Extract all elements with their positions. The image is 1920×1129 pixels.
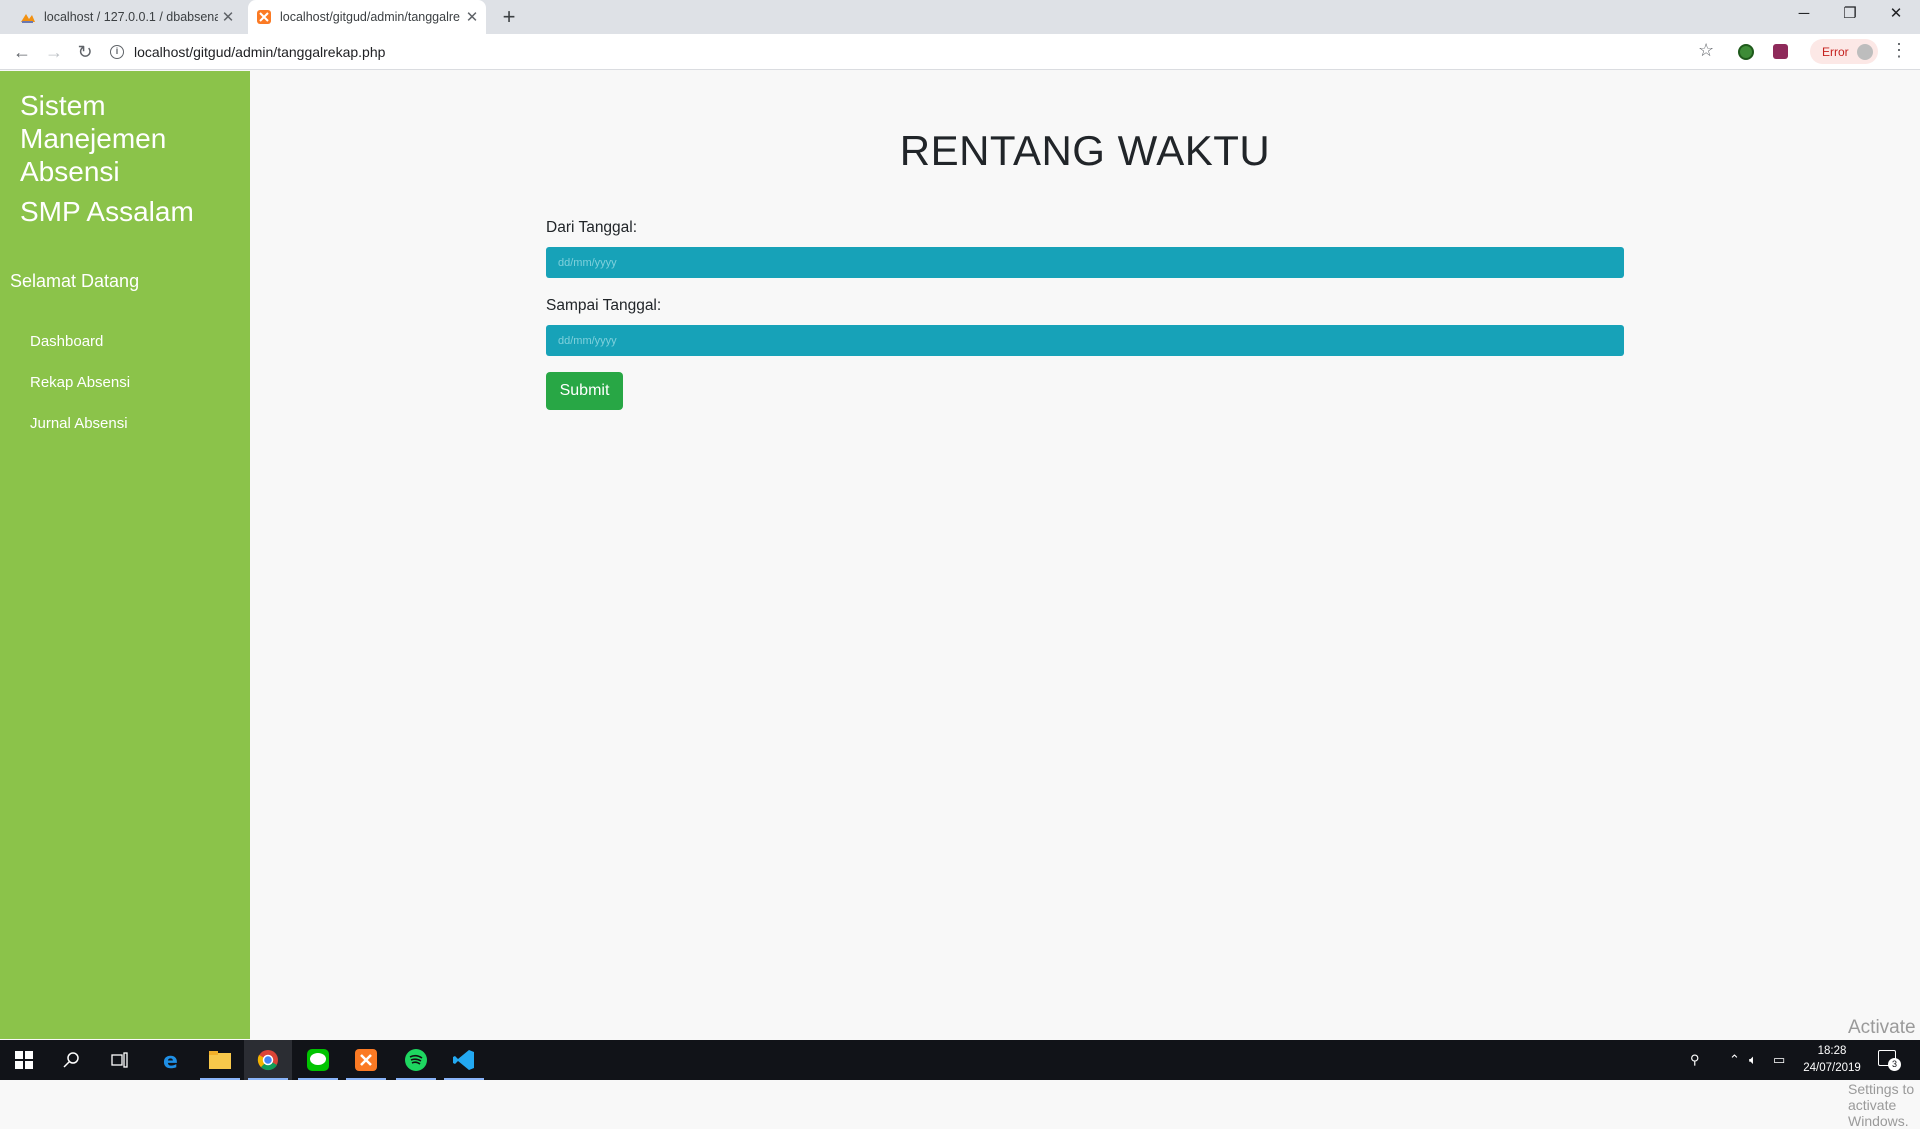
url-text: localhost/gitgud/admin/tanggalrekap.php: [134, 44, 386, 60]
sidebar-item-rekap-absensi[interactable]: Rekap Absensi: [30, 374, 130, 415]
sidebar-menu: Dashboard Rekap Absensi Jurnal Absensi: [30, 333, 130, 456]
page-title: RENTANG WAKTU: [899, 127, 1271, 174]
profile-status: Error: [1822, 44, 1849, 59]
tab-title: localhost / 127.0.0.1 / dbabsenas: [44, 10, 218, 24]
brand-school: SMP Assalam: [20, 196, 194, 227]
phpmyadmin-icon: [21, 14, 35, 23]
app-brand: Sistem Manejemen Absensi SMP Assalam: [20, 89, 240, 228]
sidebar-item-dashboard[interactable]: Dashboard: [30, 333, 130, 374]
edge-icon[interactable]: e: [148, 1040, 196, 1080]
site-info-icon[interactable]: i: [110, 45, 124, 59]
close-tab-icon[interactable]: ✕: [218, 8, 238, 26]
windows-taskbar: e ⚲ ⌃ 🔈︎ ▭ 18:28 24/07/2019 3: [0, 1040, 1920, 1080]
show-hidden-icons-chevron[interactable]: ⌃: [1729, 1040, 1740, 1080]
xampp-icon: [257, 10, 271, 24]
restore-icon[interactable]: ❐: [1827, 0, 1873, 30]
forward-icon[interactable]: →: [42, 40, 66, 64]
menu-kebab-icon[interactable]: ⋮: [1890, 40, 1908, 61]
clock-time: 18:28: [1817, 1045, 1847, 1057]
minimize-icon[interactable]: ─: [1781, 0, 1827, 30]
file-explorer-icon[interactable]: [196, 1040, 244, 1080]
sidebar: Sistem Manejemen Absensi SMP Assalam Sel…: [0, 71, 250, 1039]
chrome-icon[interactable]: [244, 1040, 292, 1080]
browser-tab-active[interactable]: localhost/gitgud/admin/tanggalre ✕: [248, 0, 486, 34]
from-date-placeholder: dd/mm/yyyy: [558, 256, 617, 269]
close-window-icon[interactable]: ✕: [1873, 0, 1919, 30]
taskbar-clock[interactable]: 18:28 24/07/2019: [1792, 1043, 1872, 1077]
profile-error-button[interactable]: Error: [1810, 39, 1878, 64]
search-icon[interactable]: [48, 1040, 96, 1080]
back-icon[interactable]: ←: [10, 40, 34, 64]
to-date-input[interactable]: dd/mm/yyyy: [546, 325, 1624, 356]
sidebar-item-jurnal-absensi[interactable]: Jurnal Absensi: [30, 415, 130, 456]
to-date-label: Sampai Tanggal:: [546, 297, 662, 314]
windows-start-icon[interactable]: [0, 1040, 48, 1080]
submit-button[interactable]: Submit: [546, 372, 623, 410]
vscode-icon[interactable]: [440, 1040, 488, 1080]
to-date-placeholder: dd/mm/yyyy: [558, 334, 617, 347]
brand-title: Sistem Manejemen Absensi: [20, 90, 167, 187]
svg-text:e: e: [163, 1049, 178, 1071]
spotify-icon[interactable]: [392, 1040, 440, 1080]
xampp-icon[interactable]: [342, 1040, 390, 1080]
extension-icon[interactable]: [1773, 44, 1788, 59]
tab-title: localhost/gitgud/admin/tanggalre: [280, 10, 460, 24]
address-bar[interactable]: i localhost/gitgud/admin/tanggalrekap.ph…: [110, 38, 1700, 66]
from-date-input[interactable]: dd/mm/yyyy: [546, 247, 1624, 278]
avatar-icon: [1856, 43, 1873, 60]
clock-date: 24/07/2019: [1803, 1062, 1861, 1074]
bookmark-star-icon[interactable]: ☆: [1698, 40, 1714, 61]
line-app-icon[interactable]: [294, 1040, 342, 1080]
welcome-text: Selamat Datang: [10, 271, 140, 291]
date-range-form: Dari Tanggal: dd/mm/yyyy Sampai Tanggal:…: [546, 219, 1624, 410]
reload-icon[interactable]: ↻: [73, 40, 97, 64]
new-tab-button[interactable]: +: [496, 4, 522, 30]
close-tab-icon[interactable]: ✕: [462, 8, 482, 26]
browser-tab-phpmyadmin[interactable]: localhost / 127.0.0.1 / dbabsenas ✕: [12, 0, 242, 34]
notification-badge: 3: [1888, 1058, 1901, 1071]
volume-icon[interactable]: 🔈︎: [1749, 1040, 1757, 1080]
browser-toolbar: ← → ↻ i localhost/gitgud/admin/tanggalre…: [0, 34, 1920, 70]
network-icon[interactable]: ▭: [1773, 1040, 1785, 1080]
browser-tab-strip: localhost / 127.0.0.1 / dbabsenas ✕ loca…: [0, 0, 1920, 34]
task-view-icon[interactable]: [96, 1040, 144, 1080]
from-date-label: Dari Tanggal:: [546, 219, 638, 236]
people-icon[interactable]: ⚲: [1690, 1040, 1700, 1080]
main-content: RENTANG WAKTU Dari Tanggal: dd/mm/yyyy S…: [250, 71, 1920, 1129]
extension-icon[interactable]: [1738, 44, 1754, 60]
